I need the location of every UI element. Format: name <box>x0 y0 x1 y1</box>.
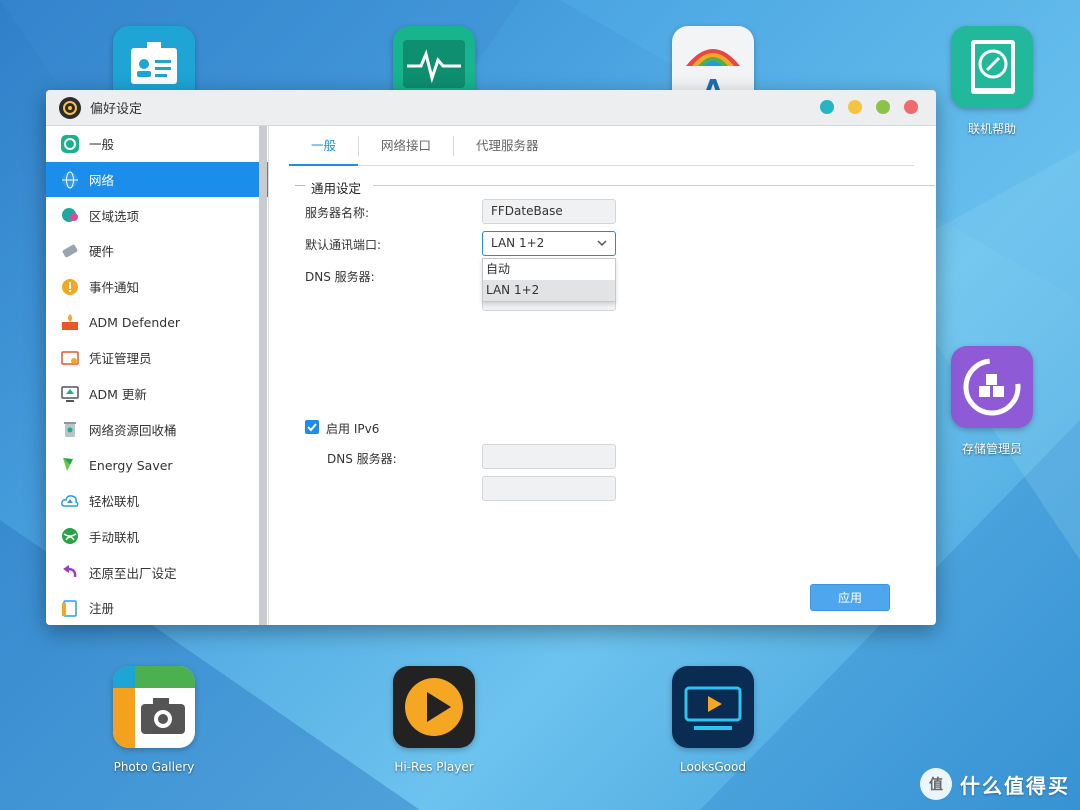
region-icon <box>60 205 80 225</box>
server-name-label: 服务器名称: <box>305 206 370 220</box>
sidebar-item-label: 事件通知 <box>89 280 140 296</box>
section-header: 通用设定 <box>295 178 935 196</box>
sidebar-scrollbar[interactable] <box>259 126 267 625</box>
fullscreen-button[interactable] <box>876 100 890 114</box>
manual-connect-icon <box>60 526 80 546</box>
sidebar-item-label: 网络 <box>89 173 115 189</box>
close-button[interactable] <box>904 100 918 114</box>
main-panel: 一般 网络接口 代理服务器 通用设定 服务器名称: FFDateBase 默认通… <box>269 126 936 625</box>
minimize-button[interactable] <box>820 100 834 114</box>
desktop-app-storage-manager[interactable]: 存储管理员 <box>922 346 1062 457</box>
certificate-icon <box>60 348 80 368</box>
camera-icon <box>113 666 195 748</box>
ipv6-dns-label: DNS 服务器: <box>327 452 397 466</box>
sidebar-item-label: 一般 <box>89 137 115 153</box>
sidebar-item-general[interactable]: 一般 <box>46 126 268 162</box>
play-icon <box>393 666 475 748</box>
server-name-field[interactable]: FFDateBase <box>482 199 616 224</box>
ipv6-checkbox[interactable] <box>305 420 319 434</box>
window-titlebar[interactable]: 偏好设定 <box>46 90 936 126</box>
port-dropdown-menu: 自动 LAN 1+2 <box>482 258 616 302</box>
tab-bar: 一般 网络接口 代理服务器 <box>289 126 914 166</box>
sidebar: 一般 网络 区域选项 硬件 事件通知 ADM Defender 凭证管理员 AD… <box>46 126 268 625</box>
tab-general[interactable]: 一般 <box>289 126 359 166</box>
port-option-lan12[interactable]: LAN 1+2 <box>483 280 615 301</box>
default-port-label: 默认通讯端口: <box>305 238 382 252</box>
desktop-app-photo-gallery[interactable]: Photo Gallery <box>84 666 224 774</box>
ipv6-label: 启用 IPv6 <box>326 422 380 436</box>
watermark-logo-icon: 值 <box>920 768 952 800</box>
sidebar-item-notification[interactable]: 事件通知 <box>46 269 268 305</box>
check-icon <box>307 423 317 432</box>
storage-manager-icon <box>951 346 1033 428</box>
restore-icon <box>60 562 80 582</box>
ipv6-dns-field-secondary[interactable] <box>482 476 616 501</box>
globe-icon <box>60 170 80 190</box>
desktop-app-hires-player[interactable]: Hi-Res Player <box>364 666 504 774</box>
alert-icon <box>60 277 80 297</box>
maximize-button[interactable] <box>848 100 862 114</box>
svg-text:值: 值 <box>929 776 943 793</box>
settings-app-icon <box>59 96 81 119</box>
sidebar-item-label: 轻松联机 <box>89 494 140 510</box>
sidebar-item-easy-connect[interactable]: 轻松联机 <box>46 483 268 519</box>
default-port-select[interactable]: LAN 1+2 <box>482 231 616 256</box>
apply-button[interactable]: 应用 <box>810 584 890 611</box>
tab-proxy-server[interactable]: 代理服务器 <box>454 126 561 166</box>
section-line <box>295 185 305 186</box>
sidebar-item-adm-defender[interactable]: ADM Defender <box>46 304 268 340</box>
desktop-app-online-help[interactable]: 联机帮助 <box>922 26 1062 137</box>
watermark: 值 什么值得买 <box>920 768 1070 800</box>
sidebar-item-label: 凭证管理员 <box>89 351 152 367</box>
sidebar-item-label: ADM Defender <box>89 314 181 330</box>
desktop-app-looksgood[interactable]: LooksGood <box>643 666 783 774</box>
sidebar-item-certificate[interactable]: 凭证管理员 <box>46 340 268 376</box>
energy-icon <box>60 455 80 475</box>
cloud-upload-icon <box>60 491 80 511</box>
ipv6-dns-field-primary[interactable] <box>482 444 616 469</box>
sidebar-item-label: 区域选项 <box>89 208 140 224</box>
sidebar-item-network[interactable]: 网络 <box>46 161 268 198</box>
sidebar-item-label: 手动联机 <box>89 529 140 545</box>
update-icon <box>60 384 80 404</box>
sidebar-item-energy-saver[interactable]: Energy Saver <box>46 447 268 483</box>
sidebar-item-hardware[interactable]: 硬件 <box>46 233 268 269</box>
window-title: 偏好设定 <box>90 102 143 117</box>
port-option-auto[interactable]: 自动 <box>483 259 615 280</box>
sidebar-item-label: ADM 更新 <box>89 387 147 403</box>
sidebar-item-register[interactable]: 注册 <box>46 590 268 625</box>
sidebar-item-label: 还原至出厂设定 <box>89 565 177 581</box>
register-icon <box>60 598 80 618</box>
firewall-icon <box>60 312 80 332</box>
recycle-bin-icon <box>60 419 80 439</box>
preferences-window: 偏好设定 一般 网络 区域选项 硬件 事件通知 ADM Defender 凭证管… <box>46 90 936 625</box>
dns-label: DNS 服务器: <box>305 270 375 284</box>
default-port-value: LAN 1+2 <box>491 236 545 250</box>
watermark-text: 什么值得买 <box>960 773 1070 798</box>
compass-book-icon <box>951 26 1033 108</box>
hardware-icon <box>60 241 80 261</box>
section-title: 通用设定 <box>311 181 362 196</box>
sidebar-item-label: Energy Saver <box>89 457 173 473</box>
section-line <box>373 185 935 186</box>
tv-play-icon <box>672 666 754 748</box>
sidebar-item-adm-update[interactable]: ADM 更新 <box>46 376 268 412</box>
tab-network-interface[interactable]: 网络接口 <box>359 126 453 166</box>
general-icon <box>60 134 80 154</box>
sidebar-item-factory-reset[interactable]: 还原至出厂设定 <box>46 554 268 590</box>
sidebar-item-region[interactable]: 区域选项 <box>46 197 268 233</box>
sidebar-item-manual-connect[interactable]: 手动联机 <box>46 519 268 555</box>
sidebar-item-label: 注册 <box>89 601 115 617</box>
sidebar-item-recycle-bin[interactable]: 网络资源回收桶 <box>46 412 268 448</box>
sidebar-item-label: 硬件 <box>89 244 115 260</box>
sidebar-item-label: 网络资源回收桶 <box>89 422 177 438</box>
